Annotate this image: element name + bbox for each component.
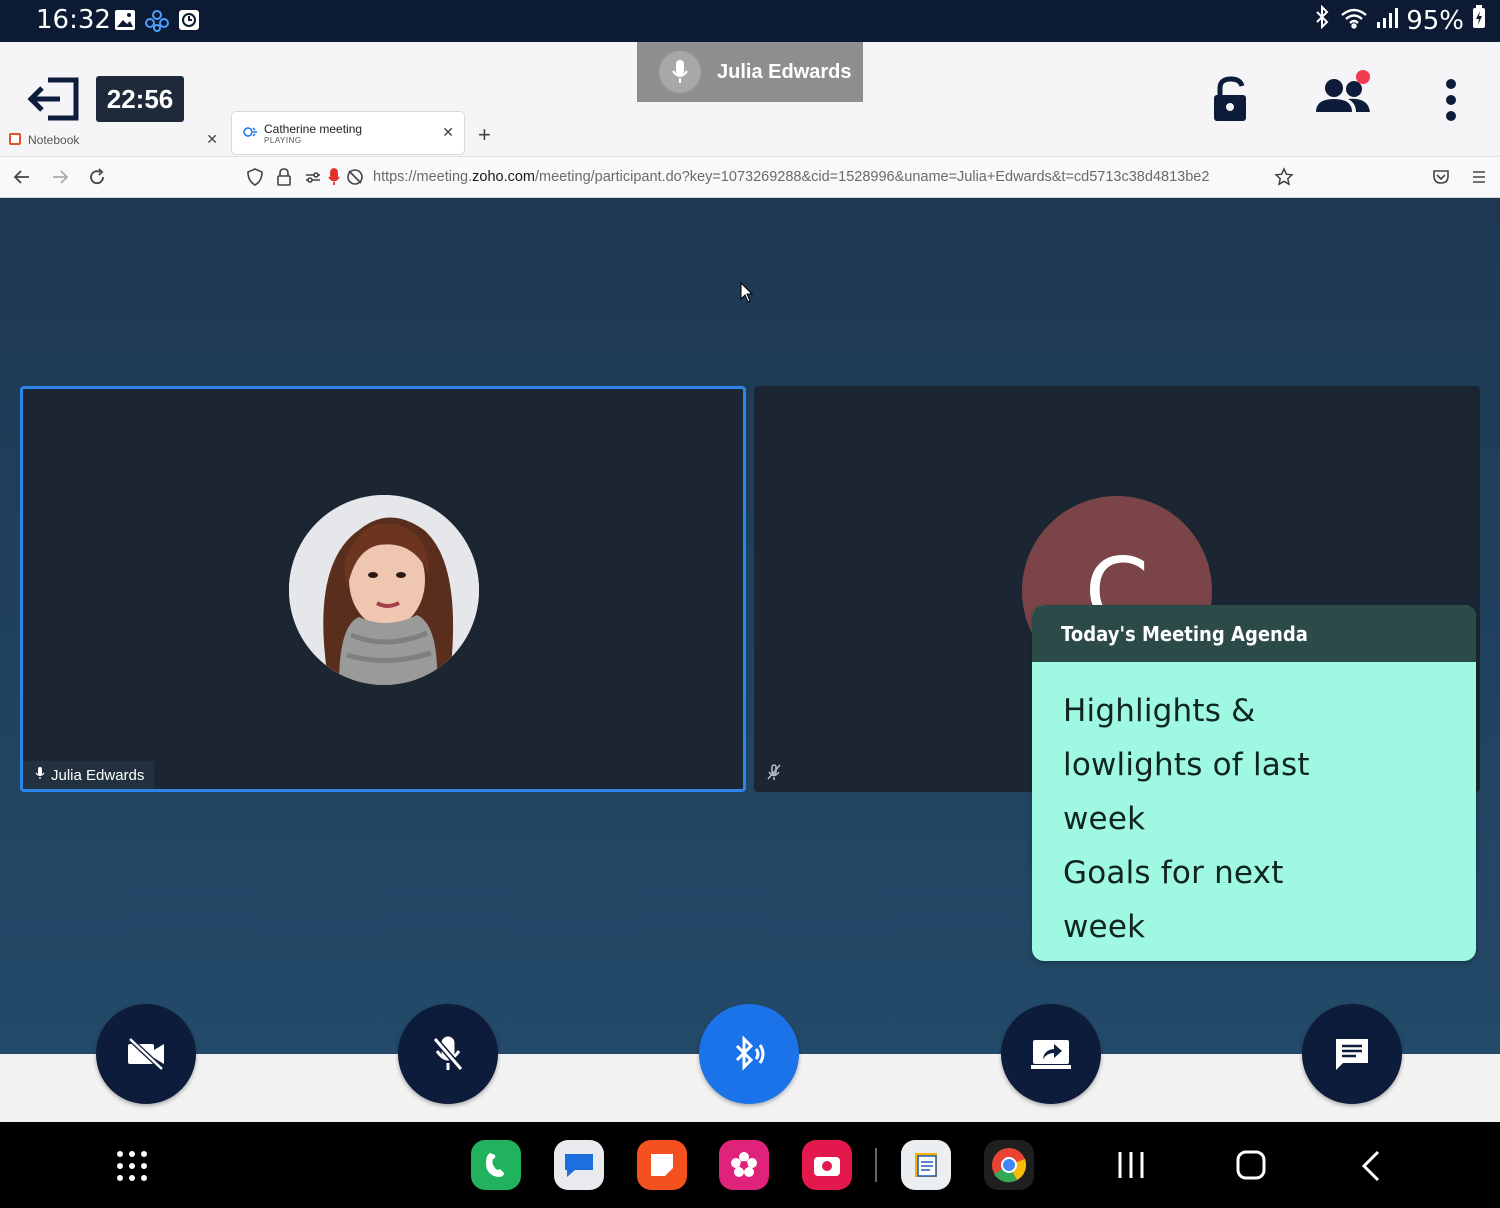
bookmark-star-icon[interactable] bbox=[1274, 167, 1294, 192]
home-icon[interactable] bbox=[1236, 1150, 1266, 1185]
back-icon[interactable] bbox=[12, 167, 32, 192]
agenda-line: week bbox=[1063, 909, 1146, 945]
leave-meeting-button[interactable] bbox=[26, 76, 82, 122]
gallery-app-icon[interactable] bbox=[719, 1140, 769, 1190]
permissions-icon[interactable] bbox=[304, 167, 322, 192]
agenda-sticky-note[interactable]: Today's Meeting Agenda Highlights & lowl… bbox=[1032, 605, 1476, 961]
dock-divider bbox=[875, 1148, 877, 1182]
files-app-icon[interactable] bbox=[901, 1140, 951, 1190]
camera-toggle-button[interactable] bbox=[96, 1004, 196, 1104]
participant-name-tag: Julia Edwards bbox=[23, 761, 155, 789]
notebook-favicon bbox=[8, 132, 22, 149]
meeting-favicon bbox=[242, 124, 260, 143]
participant-name: Julia Edwards bbox=[51, 766, 145, 784]
close-tab-icon[interactable]: ✕ bbox=[206, 131, 218, 148]
microphone-icon bbox=[659, 51, 701, 93]
tab-title: Catherine meeting bbox=[264, 122, 363, 136]
pocket-icon[interactable] bbox=[1432, 167, 1450, 192]
battery-percent: 95% bbox=[1406, 5, 1464, 36]
camera-app-icon[interactable] bbox=[802, 1140, 852, 1190]
battery-charging-icon bbox=[1472, 5, 1486, 36]
close-tab-icon[interactable]: ✕ bbox=[442, 124, 454, 141]
tab-catherine-meeting[interactable]: Catherine meeting PLAYING ✕ bbox=[232, 112, 464, 154]
phone-app-icon[interactable] bbox=[471, 1140, 521, 1190]
camera-blocked-icon[interactable] bbox=[346, 167, 364, 192]
menu-icon[interactable] bbox=[1470, 167, 1488, 192]
microphone-active-icon[interactable] bbox=[328, 167, 340, 192]
snowflake-icon bbox=[144, 9, 170, 38]
agenda-line: Goals for next bbox=[1063, 855, 1284, 891]
share-screen-button[interactable] bbox=[1001, 1004, 1101, 1104]
browser-address-bar: https://meeting.zoho.com/meeting/partici… bbox=[0, 156, 1500, 198]
meeting-top-bar: 22:56 Julia Edwards Notebook ✕ Catherine… bbox=[0, 42, 1500, 156]
url-field[interactable]: https://meeting.zoho.com/meeting/partici… bbox=[373, 169, 1265, 185]
tab-playing-label: PLAYING bbox=[264, 136, 302, 145]
wifi-icon bbox=[1340, 6, 1368, 36]
mouse-cursor-icon bbox=[740, 281, 754, 309]
more-options-button[interactable] bbox=[1440, 78, 1462, 124]
chat-button[interactable] bbox=[1302, 1004, 1402, 1104]
agenda-line: Highlights & bbox=[1063, 693, 1256, 729]
tab-notebook[interactable]: Notebook ✕ bbox=[6, 126, 226, 154]
bluetooth-icon bbox=[1312, 4, 1332, 36]
notification-dot bbox=[1356, 70, 1370, 84]
chrome-app-icon[interactable] bbox=[984, 1140, 1034, 1190]
active-speaker-indicator: Julia Edwards bbox=[637, 42, 863, 102]
status-right-group: 95% bbox=[1312, 4, 1486, 36]
active-speaker-name: Julia Edwards bbox=[717, 60, 852, 83]
agenda-body: Highlights & lowlights of last week Goal… bbox=[1032, 662, 1476, 954]
participant-tile-julia[interactable]: Julia Edwards bbox=[20, 386, 746, 792]
agenda-line: week bbox=[1063, 801, 1146, 837]
recent-apps-icon[interactable] bbox=[1116, 1150, 1146, 1185]
shield-icon[interactable] bbox=[246, 167, 264, 192]
android-status-bar: 16:32 95% bbox=[0, 0, 1500, 42]
tab-notebook-label: Notebook bbox=[28, 133, 80, 147]
messages-app-icon[interactable] bbox=[554, 1140, 604, 1190]
microphone-toggle-button[interactable] bbox=[398, 1004, 498, 1104]
new-tab-button[interactable]: + bbox=[478, 122, 491, 148]
forward-icon[interactable] bbox=[50, 167, 70, 192]
clock-app-icon bbox=[178, 9, 200, 36]
padlock-icon[interactable] bbox=[276, 167, 292, 192]
meeting-timer: 22:56 bbox=[96, 76, 184, 122]
agenda-title-bar: Today's Meeting Agenda bbox=[1032, 605, 1476, 662]
microphone-icon bbox=[35, 766, 45, 784]
bluetooth-audio-button[interactable] bbox=[699, 1004, 799, 1104]
agenda-title: Today's Meeting Agenda bbox=[1061, 621, 1308, 646]
status-time: 16:32 bbox=[36, 5, 111, 35]
mic-muted-icon bbox=[766, 763, 782, 786]
reload-icon[interactable] bbox=[87, 167, 107, 192]
back-nav-icon[interactable] bbox=[1360, 1150, 1384, 1187]
gallery-icon bbox=[114, 9, 136, 36]
signal-icon bbox=[1376, 6, 1399, 36]
notes-app-icon[interactable] bbox=[637, 1140, 687, 1190]
android-nav-bar bbox=[0, 1122, 1500, 1208]
app-drawer-icon[interactable] bbox=[116, 1150, 148, 1187]
agenda-line: lowlights of last bbox=[1063, 747, 1310, 783]
avatar bbox=[289, 495, 479, 685]
lock-meeting-button[interactable] bbox=[1210, 76, 1252, 122]
